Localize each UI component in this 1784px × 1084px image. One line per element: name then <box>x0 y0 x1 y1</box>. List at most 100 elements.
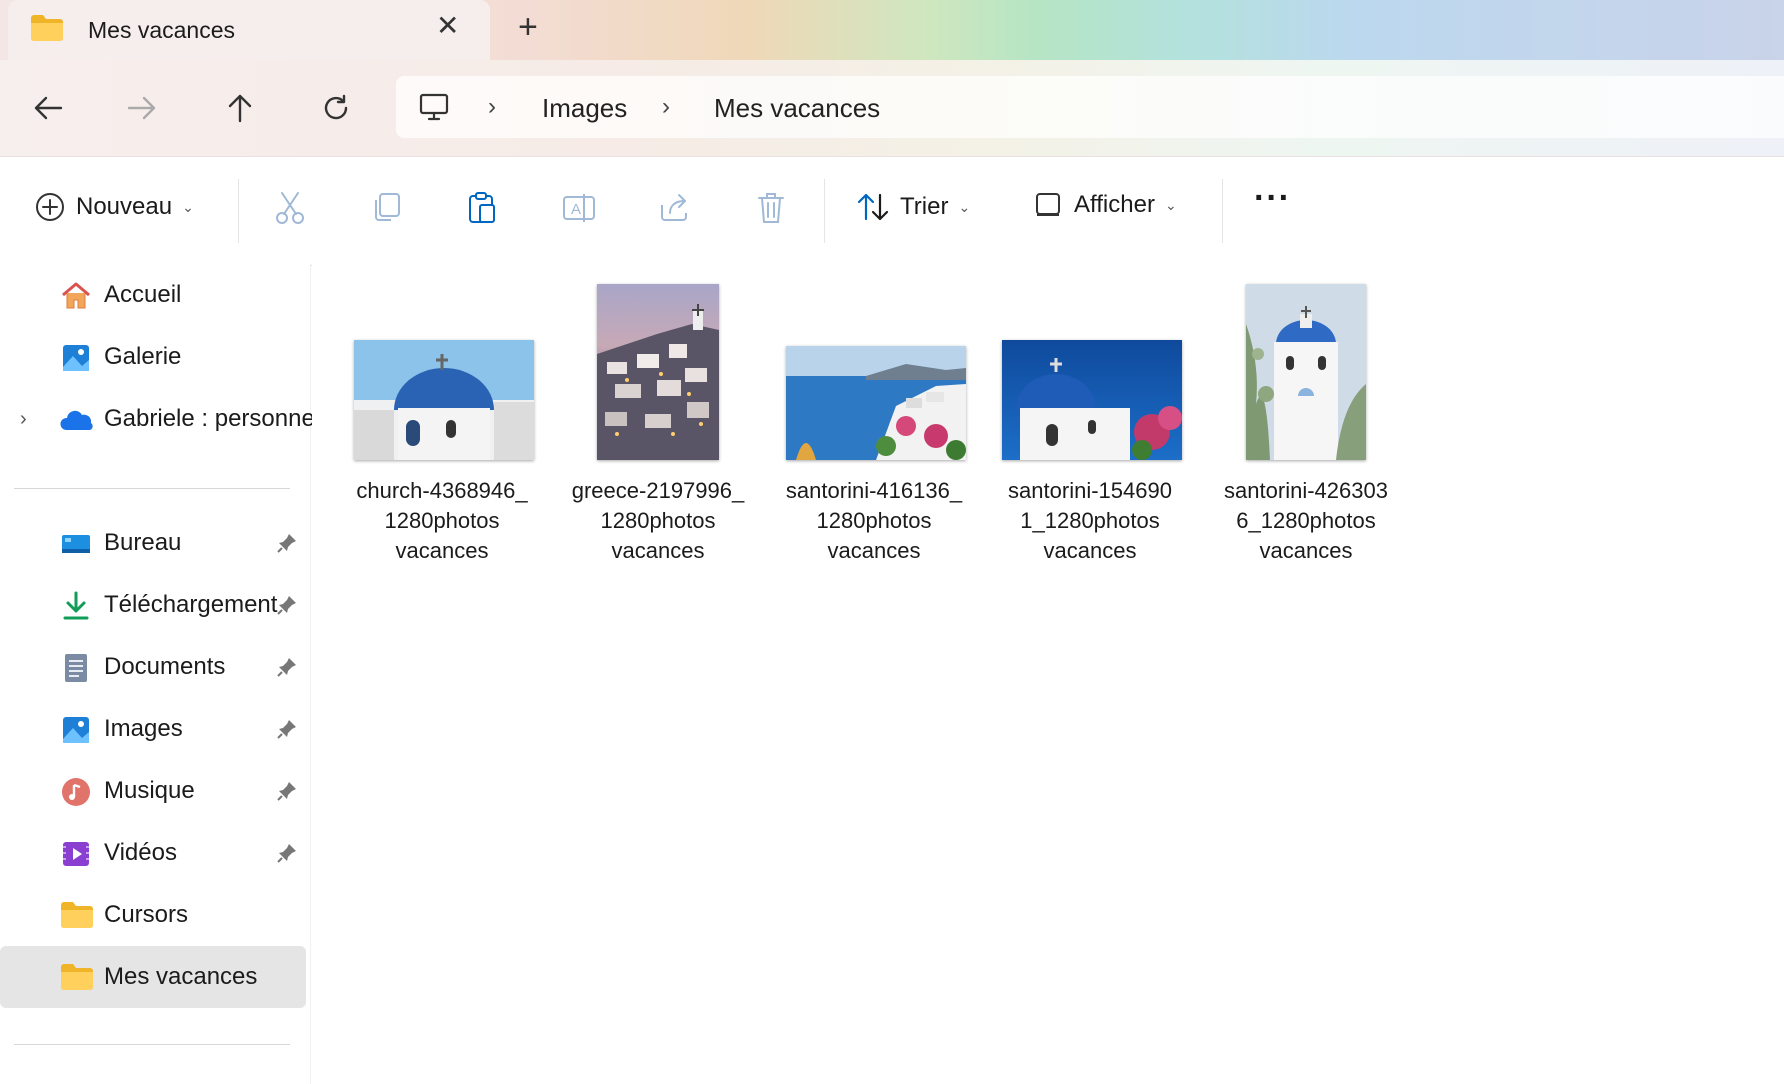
sidebar-item-images[interactable]: Images <box>0 698 306 760</box>
view-button-label: Afficher <box>1074 191 1155 218</box>
onedrive-icon <box>60 404 93 436</box>
file-item-santorini-1546901[interactable]: santorini-154690 1_1280photos vacances <box>982 284 1198 564</box>
sidebar-item-mes-vacances[interactable]: Mes vacances <box>0 946 306 1008</box>
chevron-down-icon: ⌄ <box>958 198 971 215</box>
file-item-greece[interactable]: greece-2197996_ 1280photos vacances <box>550 284 766 564</box>
sidebar-item-label: Vidéos <box>104 839 177 866</box>
file-item-santorini-416136[interactable]: santorini-416136_ 1280photos vacances <box>766 284 982 564</box>
tab-mes-vacances[interactable]: Mes vacances ✕ <box>8 0 490 60</box>
sort-icon <box>857 193 889 221</box>
chevron-right-icon[interactable]: › <box>20 408 27 431</box>
pin-icon[interactable] <box>276 594 298 621</box>
chevron-down-icon: ⌄ <box>1164 196 1177 213</box>
delete-button[interactable] <box>756 191 786 225</box>
home-icon <box>60 280 92 312</box>
chevron-down-icon: ⌄ <box>182 198 194 215</box>
new-button[interactable]: Nouveau ⌄ <box>34 191 194 223</box>
sort-button-label: Trier <box>900 193 949 220</box>
image-thumbnail <box>786 346 966 460</box>
back-button[interactable] <box>30 90 66 126</box>
arrow-left-icon <box>34 96 63 120</box>
sidebar-item-accueil[interactable]: Accueil <box>0 264 306 326</box>
sidebar-item-telechargement[interactable]: Téléchargement <box>0 574 306 636</box>
view-button[interactable]: Afficher ⌄ <box>1034 191 1177 219</box>
arrow-up-icon <box>228 94 252 123</box>
trash-icon <box>758 193 784 223</box>
pin-icon[interactable] <box>276 718 298 745</box>
view-icon <box>1036 193 1060 216</box>
folder-icon <box>30 14 64 47</box>
videos-icon <box>60 838 92 870</box>
file-list: church-4368946_ 1280photos vacances gree… <box>312 264 1784 1084</box>
sidebar-item-galerie[interactable]: Galerie <box>0 326 306 388</box>
address-bar[interactable]: › Images › Mes vacances <box>396 76 1784 138</box>
pin-icon[interactable] <box>276 656 298 683</box>
image-thumbnail <box>1246 284 1366 460</box>
sidebar-item-cursors[interactable]: Cursors <box>0 884 306 946</box>
sidebar-item-musique[interactable]: Musique <box>0 760 306 822</box>
sort-button[interactable]: Trier ⌄ <box>856 191 970 223</box>
toolbar-divider <box>824 179 825 243</box>
sidebar-item-label: Téléchargement <box>104 591 278 618</box>
sidebar-item-label: Galerie <box>104 343 182 370</box>
tab-title: Mes vacances <box>88 17 236 43</box>
rename-button[interactable]: A <box>562 191 596 225</box>
sidebar-item-label: Gabriele : personne <box>104 405 315 432</box>
more-options-button[interactable]: ··· <box>1254 179 1291 218</box>
folder-icon <box>60 900 93 932</box>
computer-icon[interactable] <box>418 91 450 128</box>
new-button-label: Nouveau <box>76 193 173 220</box>
file-item-church[interactable]: church-4368946_ 1280photos vacances <box>334 284 550 564</box>
copy-icon <box>375 193 400 221</box>
desktop-icon <box>60 528 92 560</box>
copy-button[interactable] <box>372 191 402 223</box>
navigation-bar: › Images › Mes vacances <box>0 60 1784 156</box>
documents-icon <box>60 652 92 684</box>
new-tab-button[interactable]: + <box>518 10 538 44</box>
paste-button[interactable] <box>466 191 498 225</box>
pin-icon[interactable] <box>276 532 298 559</box>
svg-text:A: A <box>571 201 581 218</box>
sidebar-item-documents[interactable]: Documents <box>0 636 306 698</box>
share-button[interactable] <box>658 191 692 223</box>
up-button[interactable] <box>222 90 258 126</box>
breadcrumb-item-mes-vacances[interactable]: Mes vacances <box>714 93 880 124</box>
cut-icon <box>276 192 304 224</box>
sidebar-item-bureau[interactable]: Bureau <box>0 512 306 574</box>
paste-icon <box>469 192 495 223</box>
download-icon <box>60 590 92 622</box>
rename-icon: A <box>563 194 595 222</box>
sidebar-item-onedrive[interactable]: › Gabriele : personne <box>0 388 315 450</box>
command-bar: Nouveau ⌄ A Trier ⌄ Afficher ⌄ ··· <box>0 156 1784 266</box>
sidebar-divider <box>14 1044 290 1045</box>
toolbar-divider <box>1222 179 1223 243</box>
sidebar-item-videos[interactable]: Vidéos <box>0 822 306 884</box>
image-thumbnail <box>597 284 719 460</box>
forward-button[interactable] <box>124 90 160 126</box>
breadcrumb-item-images[interactable]: Images <box>542 93 627 124</box>
sidebar-item-label: Cursors <box>104 901 189 928</box>
file-name: greece-2197996_ 1280photos vacances <box>571 478 745 563</box>
sidebar-item-label: Mes vacances <box>104 963 258 990</box>
file-item-santorini-4263036[interactable]: santorini-426303 6_1280photos vacances <box>1198 284 1414 564</box>
close-tab-icon[interactable]: ✕ <box>436 12 459 40</box>
sidebar-item-label: Bureau <box>104 529 182 556</box>
image-thumbnail <box>354 340 534 460</box>
sidebar-divider <box>14 488 290 489</box>
music-icon <box>60 776 92 808</box>
folder-icon <box>60 962 93 994</box>
arrow-right-icon <box>127 96 156 120</box>
breadcrumb-separator[interactable]: › <box>662 93 670 121</box>
refresh-button[interactable] <box>318 90 354 126</box>
title-bar: Mes vacances ✕ + <box>0 0 1784 60</box>
file-name: santorini-416136_ 1280photos vacances <box>785 478 963 563</box>
sidebar-item-label: Accueil <box>104 281 182 308</box>
pin-icon[interactable] <box>276 842 298 869</box>
pin-icon[interactable] <box>276 780 298 807</box>
gallery-icon <box>60 342 92 374</box>
navigation-pane: Accueil Galerie › Gabriele : personne Bu… <box>0 264 315 1084</box>
share-icon <box>661 194 687 221</box>
file-name: santorini-154690 1_1280photos vacances <box>1008 478 1172 563</box>
cut-button[interactable] <box>274 191 306 225</box>
breadcrumb-separator[interactable]: › <box>488 93 496 121</box>
